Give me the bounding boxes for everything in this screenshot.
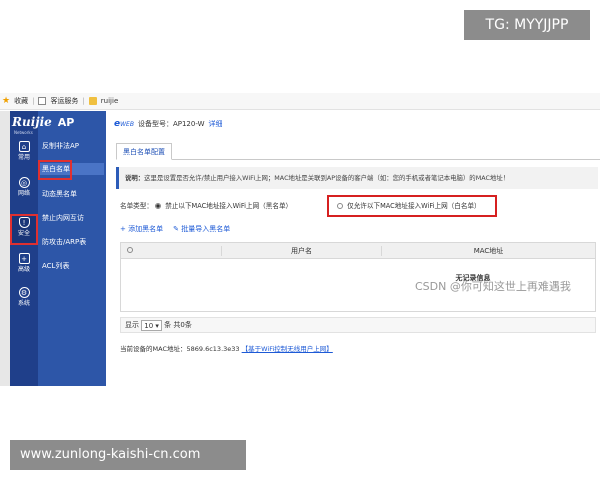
blackwhite-highlight	[38, 160, 72, 180]
advanced-icon: +	[18, 253, 30, 264]
option-blacklist-label: 禁止以下MAC地址接入WiFi上网（黑名单）	[165, 202, 293, 210]
col-mac: MAC地址	[381, 246, 595, 256]
whitelist-option-highlight: 仅允许以下MAC地址接入WiFi上网（白名单）	[327, 195, 497, 217]
radio-whitelist[interactable]	[337, 203, 343, 209]
edit-icon: ✎	[173, 225, 179, 233]
sidebar-item-network[interactable]: ◎ 网络	[10, 177, 38, 197]
import-blacklist-button[interactable]: ✎ 批量导入黑名单	[173, 224, 230, 234]
tab-bar: 黑白名单配置	[116, 143, 600, 160]
router-admin-screenshot: ★ 收藏 | 客运服务 | ruijie Ruijie AP Networks ⌂…	[0, 93, 600, 386]
subnav-arp[interactable]: 防攻击/ARP表	[42, 237, 86, 247]
pager: 显示 10 ▾ 条 共0条	[120, 317, 596, 333]
subnav-acl[interactable]: ACL列表	[42, 261, 69, 271]
header-bar: eWEB 设备型号：AP120-W 详细	[112, 115, 600, 133]
globe-icon: ◎	[18, 177, 30, 188]
device-model: 设备型号：AP120-W	[137, 120, 205, 128]
admin-main: Ruijie AP Networks ⌂ 常用 ◎ 网络 ! 安全 + 高级 ⚙ …	[0, 111, 600, 386]
subnav-dynamic-blacklist[interactable]: 动态黑名单	[42, 189, 77, 199]
subnav	[38, 111, 106, 386]
info-note: 说明：这里是设置是否允许/禁止用户接入WiFi上网；MAC地址是关联到AP设备的…	[116, 167, 598, 189]
bookmarks-bar: ★ 收藏 | 客运服务 | ruijie	[0, 93, 600, 110]
sidebar-item-system[interactable]: ⚙ 系统	[10, 287, 38, 307]
option-whitelist-label: 仅允许以下MAC地址接入WiFi上网（白名单）	[347, 202, 481, 210]
action-bar: + 添加黑名单 ✎ 批量导入黑名单	[120, 224, 230, 234]
mac-table: 用户名 MAC地址 无记录信息	[120, 242, 596, 312]
star-icon: ★	[2, 95, 11, 106]
watermark-tg: TG: MYYJJPP	[464, 10, 590, 40]
security-highlight	[10, 214, 38, 245]
folder-icon	[88, 97, 97, 105]
table-header: 用户名 MAC地址	[121, 243, 595, 259]
content-panel: eWEB 设备型号：AP120-W 详细 黑白名单配置 说明：这里是设置是否允许…	[112, 111, 600, 386]
col-username: 用户名	[221, 246, 381, 256]
detail-link[interactable]: 详细	[209, 119, 223, 129]
select-all-checkbox[interactable]	[127, 247, 133, 253]
url-watermark: www.zunlong-kaishi-cn.com	[10, 440, 246, 470]
sidebar-item-advanced[interactable]: + 高级	[10, 253, 38, 273]
sidebar-item-common[interactable]: ⌂ 常用	[10, 141, 38, 161]
tab-blackwhite-config[interactable]: 黑白名单配置	[116, 143, 172, 160]
csdn-watermark: CSDN @你可知这世上再难遇我	[415, 280, 571, 293]
favorites-link[interactable]: 收藏	[14, 96, 28, 106]
device-mac-line: 当前设备的MAC地址：5869.6c13.3e33 【基于WiFi控制无线用户上…	[120, 345, 333, 353]
eweb-logo: eWEB	[114, 119, 134, 129]
gear-icon: ⚙	[18, 287, 30, 298]
bookmark-passenger[interactable]: 客运服务	[50, 96, 78, 106]
home-icon: ⌂	[18, 141, 30, 152]
bookmark-ruijie[interactable]: ruijie	[101, 97, 118, 105]
subnav-isolation[interactable]: 禁止内网互访	[42, 213, 84, 223]
radio-blacklist[interactable]	[155, 203, 162, 209]
page-size-select[interactable]: 10 ▾	[141, 319, 162, 331]
subnav-rogue-ap[interactable]: 反制非法AP	[42, 141, 79, 151]
page-icon	[38, 97, 47, 105]
wifi-control-link[interactable]: 【基于WiFi控制无线用户上网】	[242, 345, 333, 353]
list-type-row: 名单类型： 禁止以下MAC地址接入WiFi上网（黑名单） 仅允许以下MAC地址接…	[120, 195, 600, 220]
add-blacklist-button[interactable]: + 添加黑名单	[120, 224, 163, 234]
